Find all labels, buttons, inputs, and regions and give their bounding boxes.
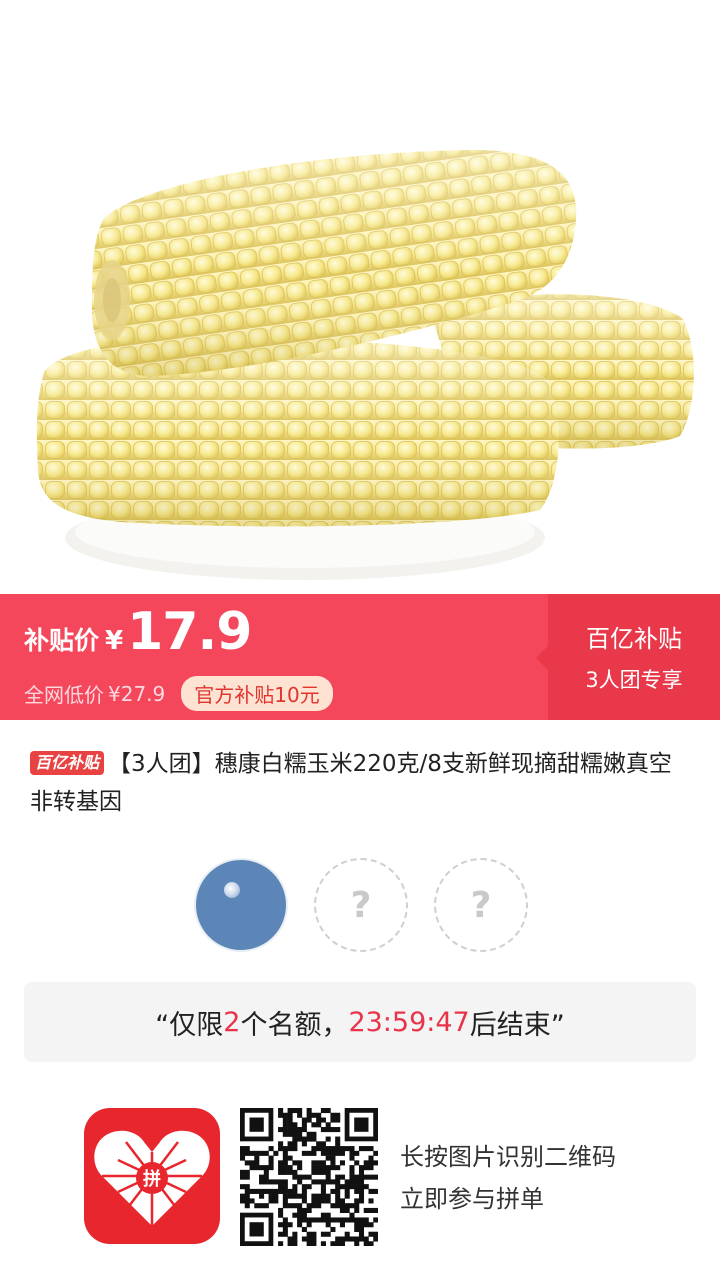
market-price-label: 全网低价 [24,683,104,707]
product-title: 百亿补贴 【3人团】穗康白糯玉米220克/8支新鲜现摘甜糯嫩真空非转基因 [30,745,690,821]
qr-finder-square [354,1117,369,1132]
app-logo: 拼 [84,1108,220,1244]
side-subtitle: 3人团专享 [585,668,683,692]
question-mark-icon: ? [350,884,372,926]
side-title: 百亿补贴 [586,625,682,653]
qr-code-image [240,1108,379,1247]
countdown-timer: 23:59:47 [348,1006,470,1038]
countdown-notice: “仅限 2 个名额， 23:59:47 后结束” [24,982,696,1062]
subsidy-side-panel: 百亿补贴 3人团专享 [536,594,720,720]
market-price: ¥27.9 [108,681,166,706]
notice-prefix: “仅限 [155,1009,224,1041]
scan-line-2: 立即参与拼单 [400,1185,544,1213]
empty-slot-avatar[interactable]: ? [434,858,528,952]
qr-finder-square [249,1222,264,1237]
empty-slot-avatar[interactable]: ? [314,858,408,952]
price-label: 补贴价 [24,626,100,655]
price-banner: 补贴价 ¥ 17.9 全网低价 ¥27.9 官方补贴10元 百亿补贴 3人团专享 [0,594,720,720]
market-price-row: 全网低价 ¥27.9 官方补贴10元 [24,676,333,711]
corn-illustration [36,150,694,580]
qr-code[interactable] [240,1108,379,1247]
scan-line-1: 长按图片识别二维码 [400,1143,616,1171]
logo-char: 拼 [143,1168,161,1190]
group-members: ? ? [194,858,534,952]
question-mark-icon: ? [470,884,492,926]
heart-logo-icon: 拼 [94,1130,210,1226]
scan-instructions: 长按图片识别二维码 立即参与拼单 [400,1136,616,1220]
avatar[interactable] [194,858,288,952]
subsidy-tag: 百亿补贴 [30,751,105,775]
price-row: 补贴价 ¥ 17.9 [24,602,252,662]
product-title-text: 【3人团】穗康白糯玉米220克/8支新鲜现摘甜糯嫩真空非转基因 [30,751,672,815]
product-image [0,0,720,594]
qr-finder-square [249,1117,264,1132]
notice-suffix: 后结束” [469,1009,565,1041]
slots-left: 2 [223,1006,241,1038]
price-panel: 补贴价 ¥ 17.9 全网低价 ¥27.9 官方补贴10元 [0,594,548,720]
price-currency: ¥ [105,626,124,656]
notice-mid: 个名额， [240,1009,349,1041]
price-value: 17.9 [127,602,252,662]
subsidy-badge: 官方补贴10元 [181,676,333,711]
avatar-highlight [224,882,240,898]
